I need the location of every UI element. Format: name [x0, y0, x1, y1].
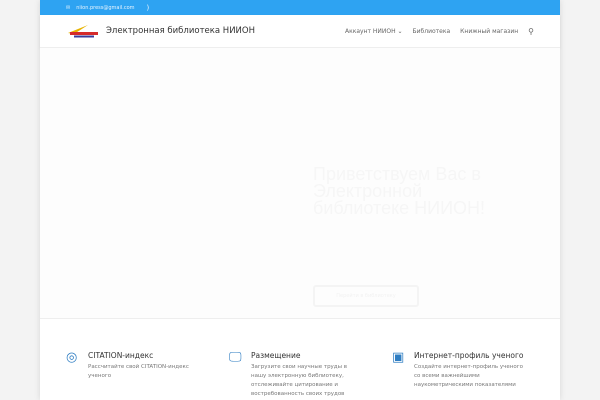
page: ✉ niion.press@gmail.com ) Электронная би… — [40, 0, 560, 400]
feature-title: Интернет-профиль ученого — [414, 351, 524, 360]
feature-desc: Создайте интернет-профиль ученого со все… — [414, 364, 523, 388]
hero-title: Приветствуем Вас в Электронной библиотек… — [313, 164, 486, 218]
logo[interactable] — [66, 23, 102, 39]
feature-desc: Рассчитайте свой CITATION-индекс ученого — [88, 364, 189, 379]
feature-title: CITATION-индекс — [88, 351, 154, 360]
rss-icon[interactable]: ) — [147, 4, 150, 12]
hero: Приветствуем Вас в Электронной библиотек… — [40, 48, 560, 318]
target-icon: ◎ — [66, 350, 78, 365]
nav-account[interactable]: Аккаунт НИИОН ⌄ — [345, 28, 403, 35]
features: ◎ CITATION-индекс Рассчитайте свой CITAT… — [40, 318, 560, 399]
email-link[interactable]: niion.press@gmail.com — [76, 5, 134, 11]
id-card-icon: ▣ — [392, 350, 405, 365]
screen-cursor-icon: 🖵 — [229, 350, 242, 365]
feature-citation[interactable]: ◎ CITATION-индекс Рассчитайте свой CITAT… — [66, 351, 229, 399]
feature-desc: Загрузите свои научные труды в нашу элек… — [251, 364, 347, 397]
feature-upload[interactable]: 🖵 Размещение Загрузите свои научные труд… — [229, 351, 392, 399]
nav-bookstore[interactable]: Книжный магазин — [460, 28, 518, 35]
search-icon[interactable]: ⚲ — [528, 27, 534, 36]
hero-button[interactable]: Перейти в библиотеку — [313, 285, 419, 307]
top-bar: ✉ niion.press@gmail.com ) — [40, 0, 560, 15]
nav-library[interactable]: Библиотека — [413, 28, 451, 35]
header: Электронная библиотека НИИОН Аккаунт НИИ… — [40, 15, 560, 48]
main-nav: Аккаунт НИИОН ⌄ Библиотека Книжный магаз… — [345, 27, 534, 36]
site-title[interactable]: Электронная библиотека НИИОН — [106, 26, 255, 36]
feature-title: Размещение — [251, 351, 301, 360]
mail-icon: ✉ — [66, 4, 71, 11]
feature-profile[interactable]: ▣ Интернет-профиль ученого Создайте инте… — [392, 351, 555, 399]
